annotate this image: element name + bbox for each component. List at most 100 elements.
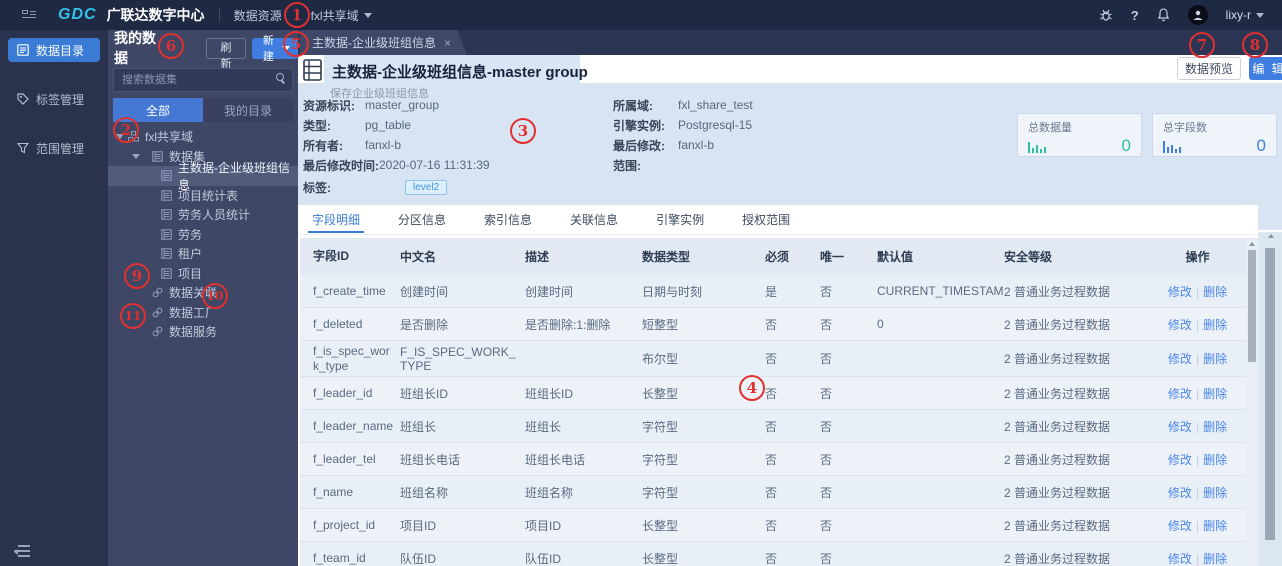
tree-item-劳务人员统计[interactable]: 劳务人员统计	[108, 205, 298, 225]
cell: 字符型	[642, 452, 679, 467]
tag-chip[interactable]: level2	[405, 180, 448, 195]
cell: 2 普通业务过程数据	[1004, 419, 1111, 434]
page-title: 主数据-企业级班组信息-master group	[332, 64, 588, 81]
table-icon	[161, 248, 172, 259]
tree-item-主数据-企业级班组信息[interactable]: 主数据-企业级班组信息	[108, 161, 298, 192]
cell: 否	[765, 386, 778, 401]
stat-value: 0	[1256, 136, 1266, 155]
divider: |	[1195, 317, 1200, 332]
table-row: f_team_id 队伍ID 队伍ID 长整型 否 否 2 普通业务过程数据 修改 | 删除	[300, 542, 1260, 566]
modify-link[interactable]: 修改	[1168, 352, 1192, 366]
document-tab[interactable]: 主数据-企业级班组信息 ×	[300, 30, 467, 55]
delete-link[interactable]: 删除	[1203, 318, 1227, 332]
tree-item-租户[interactable]: 租户	[108, 244, 298, 264]
table-row: f_is_spec_work_type F_IS_SPEC_WORK_TYPE 布尔…	[300, 341, 1260, 377]
delete-link[interactable]: 删除	[1203, 387, 1227, 401]
sidebar-item-范围管理[interactable]: 范围管理	[8, 136, 100, 160]
annotation-circle-5: 5	[283, 31, 309, 57]
cell: 否	[765, 518, 778, 533]
meta-value: master_group	[365, 98, 440, 112]
meta-label: 类型:	[303, 118, 331, 133]
modify-link[interactable]: 修改	[1168, 285, 1192, 299]
cell: 2 普通业务过程数据	[1004, 352, 1111, 366]
bell-icon[interactable]	[1157, 8, 1170, 22]
cell: 2 普通业务过程数据	[1004, 551, 1111, 566]
cell: f_create_time	[313, 283, 386, 298]
divider: |	[1195, 419, 1200, 434]
collapse-sidebar-icon[interactable]	[14, 545, 30, 557]
search-input[interactable]	[113, 68, 293, 92]
tab-索引信息[interactable]: 索引信息	[484, 205, 532, 235]
edit-button[interactable]: 编 辑	[1249, 57, 1282, 80]
catalog-icon	[17, 44, 29, 56]
annotation-circle-7: 7	[1189, 32, 1215, 58]
annotation-circle-2: 2	[113, 117, 139, 143]
delete-link[interactable]: 删除	[1203, 352, 1227, 366]
domain-selector[interactable]: fxl共享域	[311, 7, 372, 24]
cell: 2 普通业务过程数据	[1004, 485, 1111, 500]
user-menu[interactable]: lixy-r	[1226, 8, 1264, 22]
sidebar-item-标签管理[interactable]: 标签管理	[8, 87, 100, 111]
tab-引擎实例[interactable]: 引擎实例	[656, 205, 704, 235]
cell: 否	[820, 317, 833, 332]
refresh-button[interactable]: 刷 新	[206, 37, 246, 70]
cell: 2 普通业务过程数据	[1004, 284, 1111, 299]
close-icon[interactable]: ×	[444, 36, 457, 50]
search-icon[interactable]	[276, 73, 285, 82]
row-actions: 修改 | 删除	[1162, 484, 1233, 501]
delete-link[interactable]: 删除	[1203, 486, 1227, 500]
delete-link[interactable]: 删除	[1203, 420, 1227, 434]
cell: 创建时间	[525, 284, 574, 299]
tab-授权范围[interactable]: 授权范围	[742, 205, 790, 235]
filter-tab-我的目录[interactable]: 我的目录	[203, 98, 293, 122]
link-icon	[152, 326, 163, 337]
cell: 是否删除	[400, 317, 449, 332]
cell: 队伍ID	[525, 551, 562, 566]
cell: 否	[765, 352, 778, 366]
help-icon[interactable]: ?	[1131, 8, 1139, 23]
modify-link[interactable]: 修改	[1168, 486, 1192, 500]
tree-item-劳务[interactable]: 劳务	[108, 225, 298, 245]
row-actions: 修改 | 删除	[1162, 550, 1233, 566]
table-header-row: 字段ID 中文名 描述 数据类型 必须 唯一 默认值 安全等级 操作	[300, 238, 1260, 275]
tree-item-项目统计表[interactable]: 项目统计表	[108, 186, 298, 206]
tag-icon	[17, 93, 29, 105]
tab-分区信息[interactable]: 分区信息	[398, 205, 446, 235]
tab-字段明细[interactable]: 字段明细	[307, 205, 365, 235]
modify-link[interactable]: 修改	[1168, 387, 1192, 401]
cell: 长整型	[642, 518, 679, 533]
create-button-label: 新建	[262, 35, 274, 63]
modify-link[interactable]: 修改	[1168, 318, 1192, 332]
panel-title: 我的数据	[114, 30, 156, 66]
cell: 项目ID	[525, 518, 562, 533]
menu-data-resources[interactable]: 数据资源	[234, 7, 282, 24]
stat-card-total-records: 总数据量 0	[1017, 113, 1142, 157]
document-tab-strip: 主数据-企业级班组信息 ×	[298, 30, 1282, 55]
annotation-circle-11: 11	[120, 303, 146, 329]
tab-关联信息[interactable]: 关联信息	[570, 205, 618, 235]
modify-link[interactable]: 修改	[1168, 420, 1192, 434]
delete-link[interactable]: 删除	[1203, 285, 1227, 299]
cell: F_IS_SPEC_WORK_TYPE	[400, 344, 516, 373]
caret-down-icon[interactable]	[132, 153, 140, 159]
modify-link[interactable]: 修改	[1168, 453, 1192, 467]
cell: 短整型	[642, 317, 679, 332]
sidebar-item-数据目录[interactable]: 数据目录	[8, 38, 100, 62]
row-actions: 修改 | 删除	[1162, 283, 1233, 300]
delete-link[interactable]: 删除	[1203, 519, 1227, 533]
column-header-安全等级: 安全等级	[1004, 250, 1053, 264]
bug-icon[interactable]	[1099, 8, 1113, 22]
table-row: f_leader_name 班组长 班组长 字符型 否 否 2 普通业务过程数据 修改 | 删除	[300, 410, 1260, 443]
apps-menu-icon[interactable]	[22, 9, 36, 21]
cell: 字符型	[642, 419, 679, 434]
modify-link[interactable]: 修改	[1168, 519, 1192, 533]
avatar[interactable]	[1187, 5, 1208, 25]
table-icon	[161, 268, 172, 279]
page-scrollbar[interactable]	[1265, 232, 1275, 566]
cell: 班组长电话	[400, 452, 461, 467]
modify-link[interactable]: 修改	[1168, 552, 1192, 566]
data-preview-button[interactable]: 数据预览	[1177, 57, 1241, 80]
delete-link[interactable]: 删除	[1203, 552, 1227, 566]
table-scrollbar[interactable]	[1246, 240, 1258, 566]
delete-link[interactable]: 删除	[1203, 453, 1227, 467]
